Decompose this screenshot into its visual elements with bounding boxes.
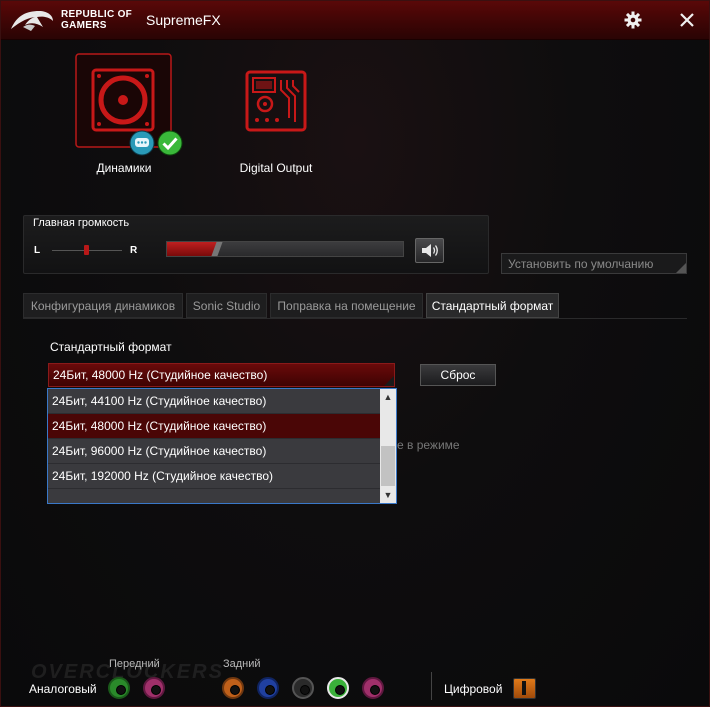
digital-label: Цифровой <box>444 682 503 696</box>
mute-button[interactable] <box>415 238 444 263</box>
checkmark-icon <box>157 130 183 156</box>
rear-green-jack-icon[interactable] <box>327 677 349 699</box>
scroll-down-icon[interactable]: ▼ <box>380 487 396 503</box>
format-select[interactable]: 24Бит, 48000 Hz (Студийное качество) <box>48 363 395 387</box>
brand-line1: REPUBLIC OF <box>61 9 133 20</box>
rear-black-jack-icon[interactable] <box>292 677 314 699</box>
app-title: SupremeFX <box>146 12 221 28</box>
master-volume-title: Главная громкость <box>33 217 130 229</box>
volume-fill <box>167 242 217 256</box>
scroll-up-icon[interactable]: ▲ <box>380 389 396 405</box>
tab-default-format[interactable]: Стандартный формат <box>426 293 559 318</box>
format-option[interactable]: 24Бит, 192000 Hz (Студийное качество) <box>48 464 380 489</box>
front-green-jack-icon[interactable] <box>108 677 130 699</box>
balance-slider-thumb[interactable] <box>84 245 89 255</box>
balance-right-label: R <box>130 245 138 256</box>
title-bar: REPUBLIC OF GAMERS SupremeFX <box>1 1 709 40</box>
scrollbar-thumb[interactable] <box>381 446 395 486</box>
set-default-button[interactable]: Установить по умолчанию <box>501 253 687 274</box>
chat-bubble-icon <box>129 130 155 156</box>
speaker-volume-icon <box>422 244 438 257</box>
corner-decoration <box>676 263 686 273</box>
ports-divider <box>431 672 432 700</box>
device-label: Динамики <box>96 161 152 175</box>
rear-pink-jack-icon[interactable] <box>362 677 384 699</box>
balance-left-label: L <box>34 245 41 256</box>
partially-hidden-text: е в режиме <box>397 438 460 452</box>
rear-blue-jack-icon[interactable] <box>257 677 279 699</box>
rear-ports-label: Задний <box>223 658 261 670</box>
ports-bar: Передний Задний Аналоговый Цифровой <box>1 656 709 706</box>
reset-button[interactable]: Сброс <box>420 364 496 386</box>
format-option-selected[interactable]: 24Бит, 48000 Hz (Студийное качество) <box>48 414 380 439</box>
close-icon[interactable] <box>678 11 696 29</box>
select-corner-decoration <box>384 376 394 386</box>
rog-logo-icon <box>11 11 53 31</box>
tab-room-correction[interactable]: Поправка на помещение <box>270 293 423 318</box>
gear-icon[interactable] <box>624 11 642 29</box>
analog-label: Аналоговый <box>29 682 97 696</box>
brand-line2: GAMERS <box>61 20 107 31</box>
circuit-board-icon <box>245 70 307 132</box>
app-window: REPUBLIC OF GAMERS SupremeFX Динамики Di… <box>0 0 710 707</box>
tab-sonic-studio[interactable]: Sonic Studio <box>186 293 267 318</box>
tab-speaker-config[interactable]: Конфигурация динамиков <box>23 293 183 318</box>
volume-slider[interactable] <box>166 241 404 257</box>
device-speakers[interactable]: Динамики <box>75 53 183 178</box>
spdif-port-icon[interactable] <box>513 678 536 699</box>
format-option[interactable]: 24Бит, 96000 Hz (Студийное качество) <box>48 439 380 464</box>
format-select-value: 24Бит, 48000 Hz (Студийное качество) <box>53 368 268 382</box>
device-label: Digital Output <box>239 161 313 175</box>
set-default-label: Установить по умолчанию <box>508 257 654 271</box>
master-volume-panel: Главная громкость L R <box>23 215 489 274</box>
format-dropdown-list[interactable]: 24Бит, 44100 Hz (Студийное качество) 24Б… <box>47 388 397 504</box>
brand-text: REPUBLIC OF GAMERS <box>61 9 132 31</box>
default-format-label: Стандартный формат <box>50 340 172 354</box>
dropdown-scrollbar[interactable]: ▲ ▼ <box>380 389 396 503</box>
front-pink-jack-icon[interactable] <box>143 677 165 699</box>
tab-divider <box>23 318 687 319</box>
device-digital-output[interactable]: Digital Output <box>227 53 325 178</box>
rear-orange-jack-icon[interactable] <box>222 677 244 699</box>
format-option[interactable]: 24Бит, 44100 Hz (Студийное качество) <box>48 389 380 414</box>
front-ports-label: Передний <box>109 658 160 670</box>
